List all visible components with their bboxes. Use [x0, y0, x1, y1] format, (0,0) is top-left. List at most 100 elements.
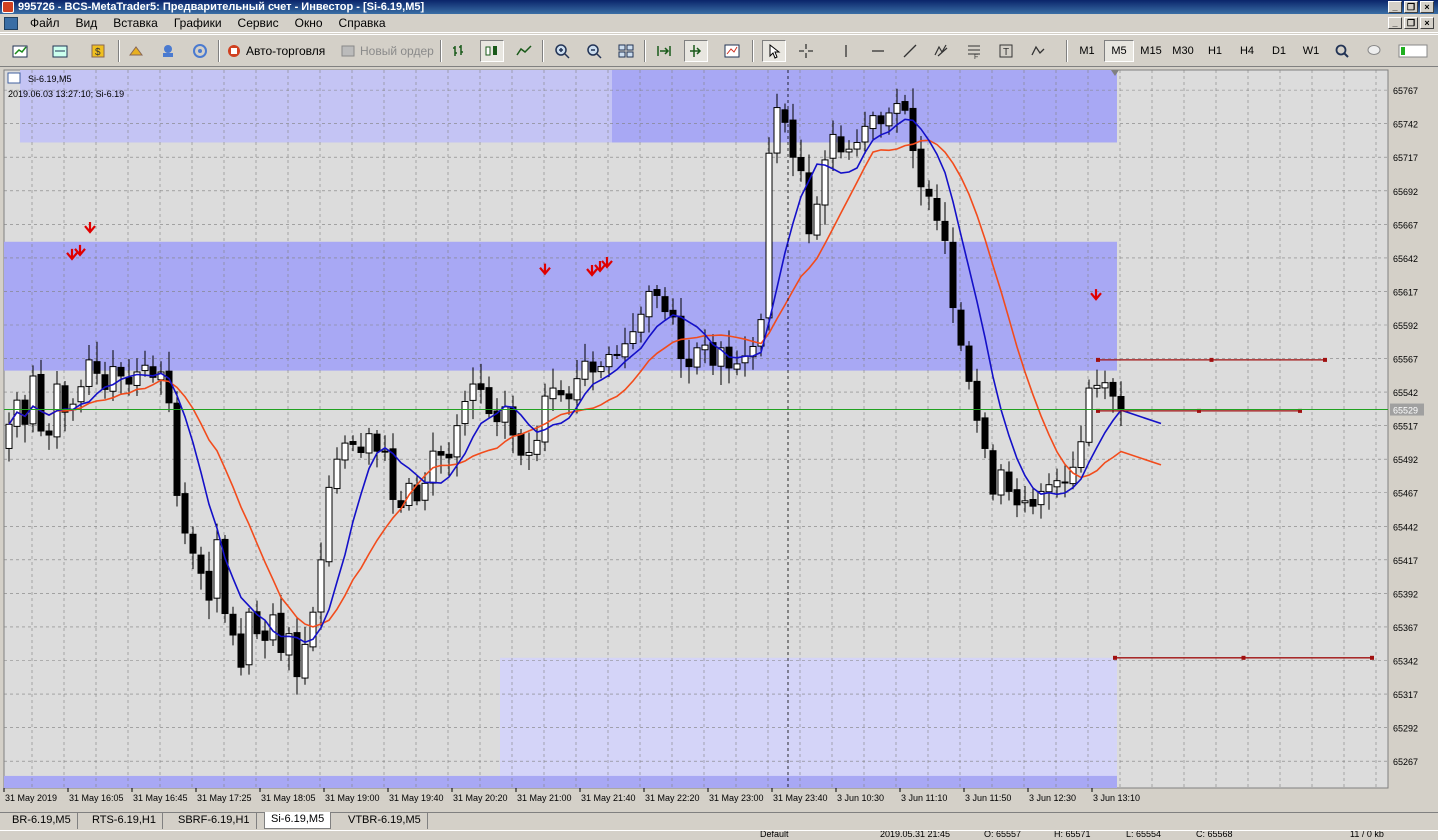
- candles-icon[interactable]: [480, 40, 504, 62]
- menu-charts[interactable]: Графики: [166, 14, 230, 33]
- menu-bar: Файл Вид Вставка Графики Сервис Окно Спр…: [0, 14, 1438, 33]
- tab-rts[interactable]: RTS-6.19,H1: [86, 813, 163, 829]
- horizontal-line-icon[interactable]: [866, 40, 890, 62]
- window-controls: _ ❐ ×: [1388, 1, 1434, 13]
- indicators-icon[interactable]: [720, 40, 744, 62]
- time-tick-label: 31 May 21:00: [517, 793, 572, 803]
- timeframe-d1[interactable]: D1: [1264, 40, 1294, 62]
- timeframe-w1[interactable]: W1: [1296, 40, 1326, 62]
- candle-body: [1085, 387, 1093, 443]
- time-tick-label: 31 May 21:40: [581, 793, 636, 803]
- navigator-icon[interactable]: [124, 40, 148, 62]
- candle-body: [517, 433, 525, 456]
- elliott-icon[interactable]: [930, 40, 954, 62]
- candle-body: [29, 375, 37, 425]
- timeframe-m1[interactable]: M1: [1072, 40, 1102, 62]
- price-tick-label: 65267: [1393, 757, 1418, 767]
- timeframe-m15[interactable]: M15: [1136, 40, 1166, 62]
- chart-tabs: BR-6.19,M5 RTS-6.19,H1 SBRF-6.19,H1 Si-6…: [0, 812, 1438, 829]
- minimize-button[interactable]: _: [1388, 1, 1402, 13]
- tab-br[interactable]: BR-6.19,M5: [6, 813, 78, 829]
- restore-button[interactable]: ❐: [1404, 1, 1418, 13]
- timeframe-h1[interactable]: H1: [1200, 40, 1230, 62]
- time-tick-label: 31 May 2019: [5, 793, 57, 803]
- text-icon[interactable]: T: [994, 40, 1018, 62]
- window-title: 995726 - BCS-MetaTrader5: Предварительны…: [18, 1, 425, 13]
- candle-body: [173, 402, 181, 496]
- candle-body: [205, 570, 213, 601]
- status-open: O: 65557: [984, 830, 1022, 839]
- data-window-icon[interactable]: [156, 40, 180, 62]
- chart-shift-icon[interactable]: [684, 40, 708, 62]
- menu-help[interactable]: Справка: [331, 14, 394, 33]
- candle-body: [789, 119, 797, 158]
- zoom-out-icon[interactable]: [582, 40, 606, 62]
- candle-body: [973, 380, 981, 421]
- candle-body: [997, 469, 1005, 496]
- candle-body: [573, 378, 581, 401]
- search-icon[interactable]: [1330, 40, 1354, 62]
- candle-body: [637, 313, 645, 333]
- time-tick-label: 31 May 16:45: [133, 793, 188, 803]
- timeframe-m30[interactable]: M30: [1168, 40, 1198, 62]
- chart-window[interactable]: 65767 65742 65717 65692 65667 65642 65617 65592…: [0, 68, 1438, 810]
- candle-body: [701, 344, 709, 351]
- timeframe-m5[interactable]: M5: [1104, 40, 1134, 62]
- crosshair-icon[interactable]: [794, 40, 818, 62]
- price-chart[interactable]: 65767 65742 65717 65692 65667 65642 65617 65592…: [0, 68, 1438, 810]
- candle-body: [693, 347, 701, 368]
- candle-body: [845, 148, 853, 153]
- menu-view[interactable]: Вид: [68, 14, 106, 33]
- chart-window-icon[interactable]: [4, 17, 18, 30]
- shapes-icon[interactable]: [1026, 40, 1050, 62]
- price-tick-label: 65542: [1393, 388, 1418, 398]
- tab-sbrf[interactable]: SBRF-6.19,H1: [172, 813, 257, 829]
- zoom-in-icon[interactable]: [550, 40, 574, 62]
- trendline-icon[interactable]: [898, 40, 922, 62]
- close-button[interactable]: ×: [1420, 1, 1434, 13]
- candle-body: [93, 361, 101, 374]
- chart-restore-button[interactable]: ❐: [1404, 17, 1418, 29]
- signals-icon[interactable]: [188, 40, 212, 62]
- level-anchor: [1113, 655, 1117, 660]
- candle-body: [309, 611, 317, 648]
- new-chart-icon[interactable]: [8, 40, 32, 62]
- candle-body: [613, 353, 621, 356]
- title-bar: 995726 - BCS-MetaTrader5: Предварительны…: [0, 0, 1438, 14]
- autotrade-button[interactable]: Авто-торговля: [226, 40, 325, 62]
- candle-body: [781, 109, 789, 123]
- cursor-icon[interactable]: [762, 40, 786, 62]
- candle-body: [813, 203, 821, 236]
- candle-body: [877, 115, 885, 125]
- menu-insert[interactable]: Вставка: [105, 14, 166, 33]
- bar-chart-icon[interactable]: [448, 40, 472, 62]
- vertical-line-icon[interactable]: [834, 40, 858, 62]
- chart-info-line: 2019.06.03 13:27:10; Si-6.19: [8, 89, 124, 99]
- price-tick-label: 65342: [1393, 657, 1418, 667]
- candle-body: [109, 366, 117, 392]
- candle-body: [661, 296, 669, 313]
- market-watch-icon[interactable]: $: [86, 40, 110, 62]
- tab-vtbr[interactable]: VTBR-6.19,M5: [342, 813, 428, 829]
- profiles-icon[interactable]: [48, 40, 72, 62]
- toolbar: $ Авто-торговля Новый ордер F T M1 M5 M1…: [0, 34, 1438, 67]
- price-tick-label: 65717: [1393, 153, 1418, 163]
- menu-tools[interactable]: Сервис: [230, 14, 287, 33]
- autoscroll-icon[interactable]: [652, 40, 676, 62]
- tab-si[interactable]: Si-6.19,M5: [264, 812, 332, 829]
- chat-icon[interactable]: [1362, 40, 1386, 62]
- chart-minimize-button[interactable]: _: [1388, 17, 1402, 29]
- candle-body: [981, 417, 989, 449]
- menu-file[interactable]: Файл: [22, 14, 68, 33]
- fibonacci-icon[interactable]: F: [962, 40, 986, 62]
- menu-window[interactable]: Окно: [287, 14, 331, 33]
- line-chart-icon[interactable]: [512, 40, 536, 62]
- candle-body: [629, 331, 637, 344]
- new-order-button[interactable]: Новый ордер: [340, 40, 434, 62]
- autotrade-label: Авто-торговля: [246, 44, 326, 58]
- candle-body: [213, 539, 221, 599]
- price-tick-label: 65392: [1393, 589, 1418, 599]
- chart-close-button[interactable]: ×: [1420, 17, 1434, 29]
- tile-icon[interactable]: [614, 40, 638, 62]
- timeframe-h4[interactable]: H4: [1232, 40, 1262, 62]
